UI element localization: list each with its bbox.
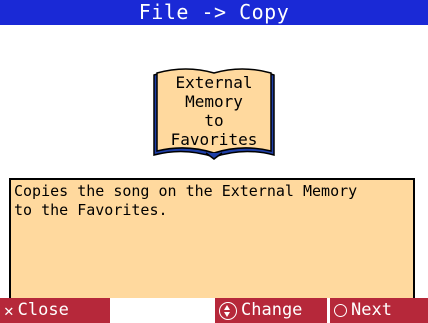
main-panel: External Memory to Favorites Copies the … (0, 25, 428, 313)
book-caption: External Memory to Favorites (150, 73, 278, 149)
change-button[interactable]: Change (215, 298, 327, 323)
up-down-dial-icon (219, 301, 237, 320)
next-label: Next (351, 300, 392, 320)
x-icon: ✕ (4, 301, 14, 320)
change-label: Change (241, 300, 303, 320)
screen-title: File -> Copy (0, 0, 428, 25)
footer-bar: ✕ Close Change Next (0, 298, 428, 323)
book-line-3: to (204, 111, 224, 130)
book-line-4: Favorites (170, 130, 258, 149)
close-label: Close (17, 300, 69, 320)
next-button[interactable]: Next (330, 298, 428, 323)
book-line-1: External (175, 73, 253, 92)
book-line-2: Memory (185, 92, 243, 111)
book-illustration: External Memory to Favorites (150, 67, 278, 163)
close-button[interactable]: ✕ Close (0, 298, 110, 323)
circle-icon (334, 304, 347, 317)
description-box: Copies the song on the External Memory t… (9, 178, 415, 313)
